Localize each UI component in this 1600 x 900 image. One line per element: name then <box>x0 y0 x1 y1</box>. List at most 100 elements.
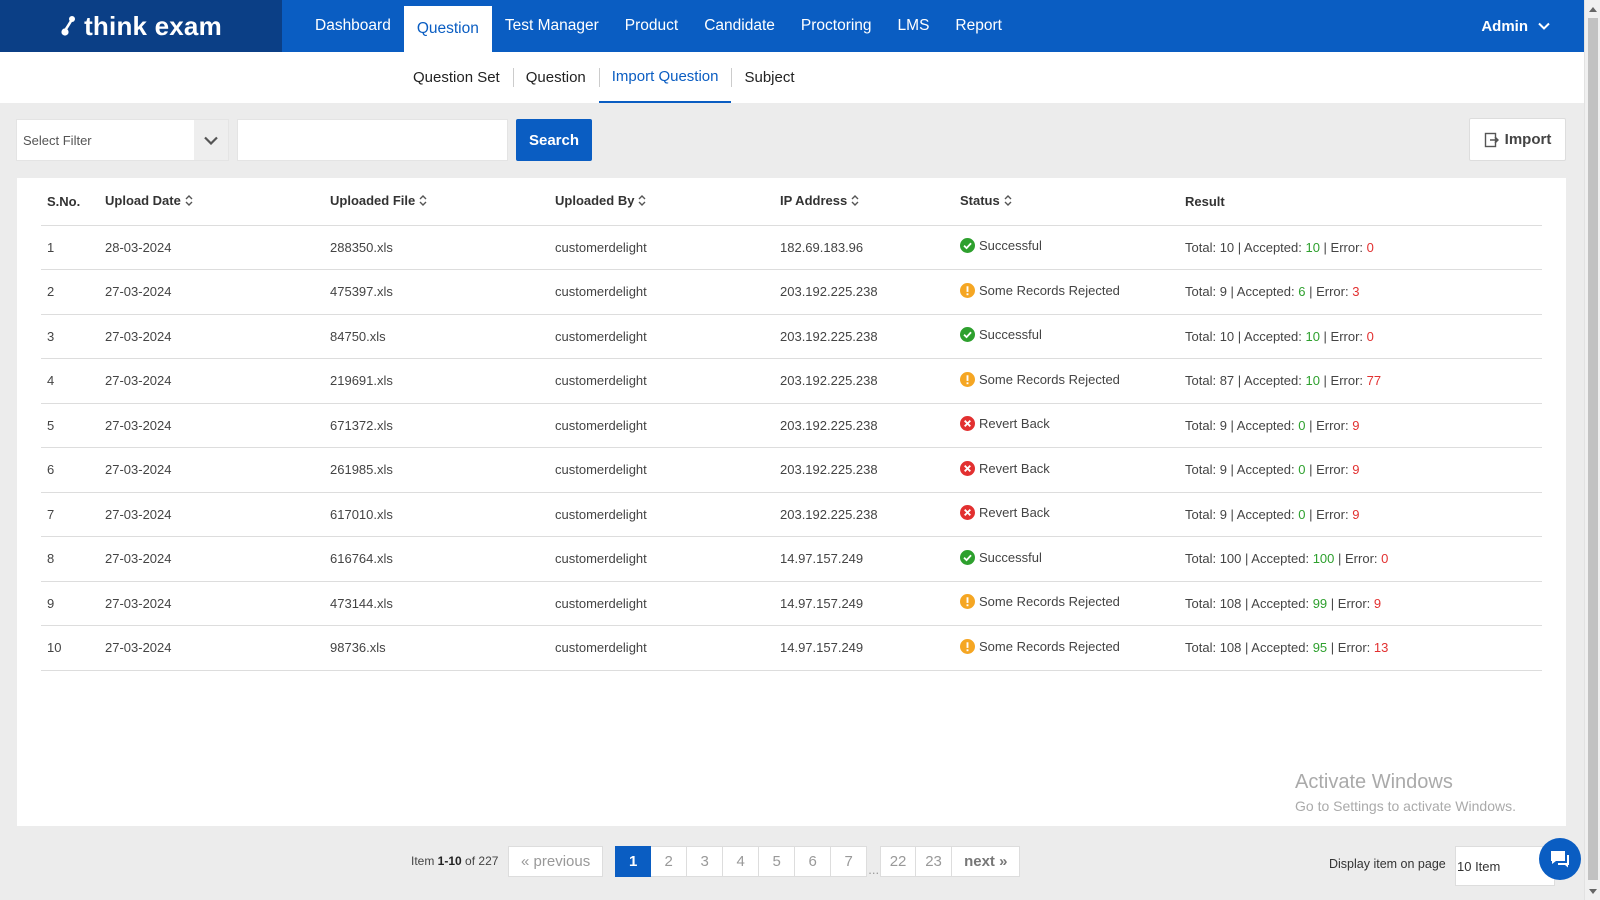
nav-question[interactable]: Question <box>403 6 492 52</box>
result-total: 9 <box>1219 284 1227 300</box>
search-button[interactable]: Search <box>516 119 592 161</box>
col-status[interactable]: Status <box>960 178 1185 226</box>
result-error: 9 <box>1352 462 1360 478</box>
windows-activation-watermark: Activate Windows Go to Settings to activ… <box>1295 771 1516 814</box>
nav-test-manager[interactable]: Test Manager <box>492 0 612 52</box>
nav-dashboard[interactable]: Dashboard <box>302 0 404 52</box>
cell-sno: 4 <box>41 358 105 404</box>
import-button[interactable]: Import <box>1469 118 1566 161</box>
table-row: 5 27-03-2024 671372.xls customerdelight 203.… <box>41 403 1542 448</box>
result-total-label: Total: <box>1185 239 1220 255</box>
chevron-down-icon <box>204 136 218 145</box>
subnav-question-set[interactable]: Question Set <box>400 52 513 103</box>
scroll-up-arrow-icon[interactable] <box>1588 3 1598 15</box>
pagination-previous[interactable]: « previous <box>508 846 604 877</box>
result-accepted-label: | Accepted: <box>1241 595 1313 611</box>
cell-ip-address: 203.192.225.238 <box>780 447 960 493</box>
error-circle-icon <box>960 505 975 521</box>
nav-proctoring[interactable]: Proctoring <box>788 0 885 52</box>
page-23[interactable]: 23 <box>916 846 953 877</box>
page-scrollbar[interactable] <box>1584 0 1600 900</box>
col-uploaded-file[interactable]: Uploaded File <box>330 178 555 226</box>
cell-ip-address: 203.192.225.238 <box>780 358 960 404</box>
result-error-label: | Error: <box>1319 373 1367 389</box>
filter-dropdown-toggle[interactable] <box>194 120 228 160</box>
cell-status: Revert Back <box>960 403 1185 448</box>
chat-widget-button[interactable] <box>1539 838 1581 880</box>
error-circle-icon <box>960 460 975 476</box>
check-circle-icon <box>960 327 975 343</box>
status-text: Revert Back <box>979 460 1050 476</box>
cell-upload-date: 27-03-2024 <box>105 581 330 626</box>
page-6[interactable]: 6 <box>795 846 832 877</box>
nav-product[interactable]: Product <box>612 0 691 52</box>
result-total: 9 <box>1219 417 1227 433</box>
cell-uploaded-by: customerdelight <box>555 447 780 493</box>
cell-uploaded-by: customerdelight <box>555 314 780 359</box>
cell-ip-address: 203.192.225.238 <box>780 269 960 315</box>
warning-circle-icon <box>960 594 975 610</box>
import-button-label: Import <box>1504 131 1552 148</box>
cell-uploaded-file: 475397.xls <box>330 269 555 315</box>
sort-icon <box>851 194 859 209</box>
result-error: 9 <box>1373 595 1382 611</box>
page-1[interactable]: 1 <box>615 846 652 877</box>
result-error: 0 <box>1366 239 1374 255</box>
nav-candidate[interactable]: Candidate <box>691 0 788 52</box>
pagination-next[interactable]: next » <box>952 846 1021 877</box>
scrollbar-thumb[interactable] <box>1588 18 1598 880</box>
cell-ip-address: 14.97.157.249 <box>780 581 960 626</box>
logo-mark-icon <box>61 16 76 36</box>
result-error: 9 <box>1352 506 1360 522</box>
page-3[interactable]: 3 <box>687 846 724 877</box>
scroll-down-arrow-icon[interactable] <box>1588 885 1598 897</box>
result-accepted-label: | Accepted: <box>1226 506 1299 522</box>
status-text: Successful <box>979 238 1042 254</box>
cell-sno: 5 <box>41 403 105 448</box>
result-error: 0 <box>1381 551 1389 567</box>
result-accepted-label: | Accepted: <box>1234 373 1306 389</box>
sort-icon <box>419 194 427 209</box>
nav-report[interactable]: Report <box>942 0 1015 52</box>
result-error: 13 <box>1373 640 1389 656</box>
cell-result: Total: 87 | Accepted: 10 | Error: 77 <box>1185 358 1542 404</box>
page-size-label: Display item on page <box>1329 857 1446 871</box>
user-name: Admin <box>1481 17 1528 35</box>
search-input[interactable] <box>237 119 508 161</box>
filter-select[interactable]: Select Filter <box>16 119 229 161</box>
cell-ip-address: 203.192.225.238 <box>780 403 960 448</box>
col-sno: S.No. <box>41 178 105 226</box>
nav-lms[interactable]: LMS <box>885 0 943 52</box>
items-total: 227 <box>478 854 499 868</box>
page-7[interactable]: 7 <box>831 846 868 877</box>
cell-upload-date: 27-03-2024 <box>105 492 330 537</box>
cell-upload-date: 27-03-2024 <box>105 536 330 582</box>
col-upload-date[interactable]: Upload Date <box>105 178 330 226</box>
page-2[interactable]: 2 <box>651 846 688 877</box>
check-circle-icon <box>960 549 975 565</box>
sub-nav: Question Set Question Import Question Su… <box>0 52 1584 103</box>
result-accepted-label: | Accepted: <box>1226 417 1299 433</box>
col-ip-address[interactable]: IP Address <box>780 178 960 226</box>
col-uploaded-by[interactable]: Uploaded By <box>555 178 780 226</box>
imports-table: S.No. Upload Date Uploaded File Uploaded… <box>41 178 1542 671</box>
col-status-label: Status <box>960 193 1000 209</box>
items-of-label: of <box>461 854 479 868</box>
brand-logo[interactable]: think exam <box>0 0 282 52</box>
page-5[interactable]: 5 <box>759 846 796 877</box>
status-text: Some Records Rejected <box>979 371 1120 387</box>
main-nav: Dashboard Question Test Manager Product … <box>302 0 1015 52</box>
status-text: Some Records Rejected <box>979 282 1120 298</box>
page-4[interactable]: 4 <box>723 846 760 877</box>
user-menu[interactable]: Admin <box>1481 0 1550 52</box>
subnav-question[interactable]: Question <box>512 52 599 103</box>
items-range: 1-10 <box>437 854 462 868</box>
page-22[interactable]: 22 <box>880 846 917 877</box>
brand-name: think exam <box>84 10 222 41</box>
subnav-import-question[interactable]: Import Question <box>598 52 732 103</box>
table-body: 1 28-03-2024 288350.xls customerdelight 182.… <box>41 225 1542 671</box>
col-uploaded-by-label: Uploaded By <box>555 193 635 209</box>
result-error: 0 <box>1366 328 1374 344</box>
status-text: Revert Back <box>979 505 1050 521</box>
subnav-subject[interactable]: Subject <box>731 52 807 103</box>
